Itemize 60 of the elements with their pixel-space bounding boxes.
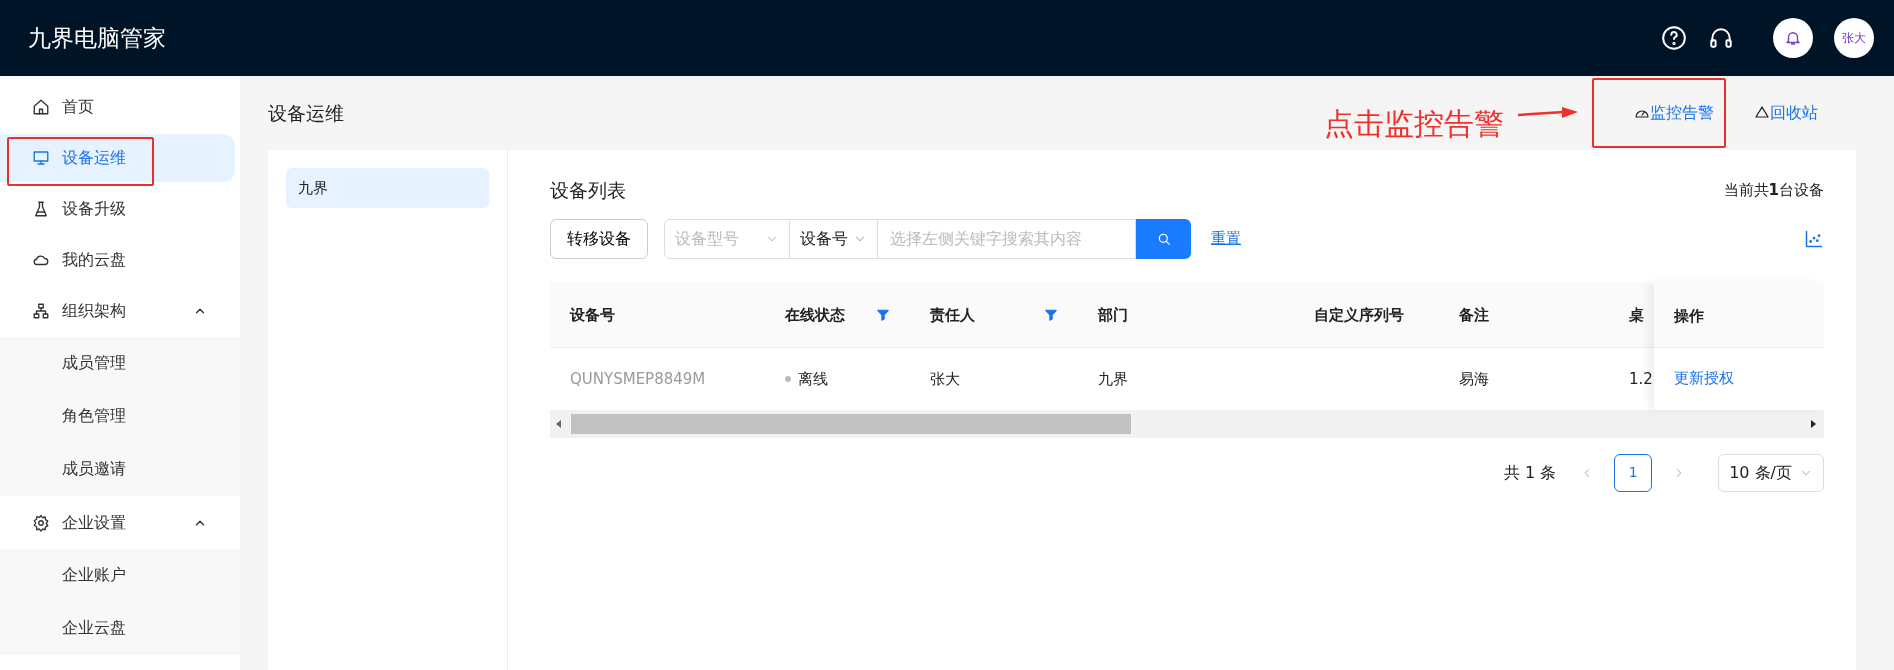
column-header: 自定义序列号 [1294, 282, 1439, 348]
recycle-icon [1754, 105, 1770, 121]
column-header: 备注 [1439, 282, 1619, 348]
app-title: 九界电脑管家 [28, 23, 166, 53]
table-cell: 九界 [1078, 347, 1294, 410]
help-icon[interactable] [1661, 25, 1687, 51]
transfer-button[interactable]: 转移设备 [550, 218, 648, 259]
total-count: 共 1 条 [1503, 461, 1557, 484]
hierarchy-icon [32, 301, 50, 320]
sidebar-item[interactable]: 设备升级 [0, 184, 235, 233]
column-header: 部门 [1078, 282, 1294, 348]
column-header: 在线状态 [765, 282, 910, 348]
page-title: 设备运维 [267, 100, 344, 126]
table-cell: 张大 [910, 347, 1078, 410]
horizontal-scrollbar[interactable] [550, 409, 1824, 438]
page-button[interactable]: 1 [1614, 453, 1653, 492]
sidebar-item[interactable]: 成员管理 [0, 336, 240, 390]
scatter-chart-icon[interactable] [1804, 228, 1824, 249]
status-text: 离线 [798, 368, 828, 390]
search-button[interactable] [1136, 218, 1191, 259]
search-field[interactable]: 选择左侧关键字搜索其内容 [878, 218, 1136, 259]
filter-icon[interactable] [876, 307, 890, 322]
action-link[interactable]: 监控告警 [1634, 101, 1714, 125]
column-header: 责任人 [910, 282, 1078, 348]
headset-icon[interactable] [1708, 25, 1734, 51]
scroll-left-icon[interactable] [556, 419, 561, 428]
monitor-icon [32, 148, 50, 167]
section-title: 设备列表 [550, 178, 626, 203]
sidebar-item[interactable]: 企业账户 [0, 548, 240, 602]
table-cell: 易海 [1439, 347, 1619, 410]
arrow-drawing [1518, 107, 1578, 121]
annotation-text: 点击监控告警 [1324, 104, 1504, 143]
device-count: 当前共1台设备 [1723, 180, 1824, 201]
column-header: 设备号 [550, 282, 765, 348]
update-link[interactable]: 更新授权 [1654, 347, 1824, 410]
flask-icon [32, 199, 50, 218]
column-header: 操作 [1654, 282, 1824, 348]
sidebar-item[interactable]: 设备运维 [0, 133, 235, 182]
bell-button[interactable] [1773, 18, 1813, 58]
column-header: 桌 [1619, 282, 1654, 348]
user-avatar[interactable]: 张大 [1834, 18, 1874, 58]
sidebar-item[interactable]: 角色管理 [0, 389, 240, 443]
sidebar-item[interactable]: 企业设置 [0, 498, 235, 547]
home-icon [32, 97, 50, 116]
sidebar-item[interactable]: 我的云盘 [0, 235, 235, 284]
scrollbar-thumb[interactable] [571, 413, 1131, 434]
scroll-right-icon[interactable] [1811, 419, 1816, 428]
filter-icon[interactable] [1044, 307, 1058, 322]
sidebar-item[interactable]: 企业云盘 [0, 601, 240, 655]
table-cell: QUNYSMEP8849M [550, 347, 765, 410]
action-link[interactable]: 回收站 [1754, 101, 1818, 125]
reset-link[interactable]: 重置 [1211, 227, 1241, 250]
tree-item[interactable]: 九界 [286, 168, 489, 208]
sidebar-item[interactable]: 首页 [0, 82, 235, 131]
sidebar-item[interactable]: 组织架构 [0, 286, 235, 335]
bell-icon [1784, 29, 1802, 47]
sidebar-item[interactable]: 成员邀请 [0, 442, 240, 496]
gear-icon [32, 513, 50, 532]
page-size-select[interactable]: 10 条/页 [1718, 453, 1824, 492]
table-cell: 1.2 [1619, 347, 1654, 410]
